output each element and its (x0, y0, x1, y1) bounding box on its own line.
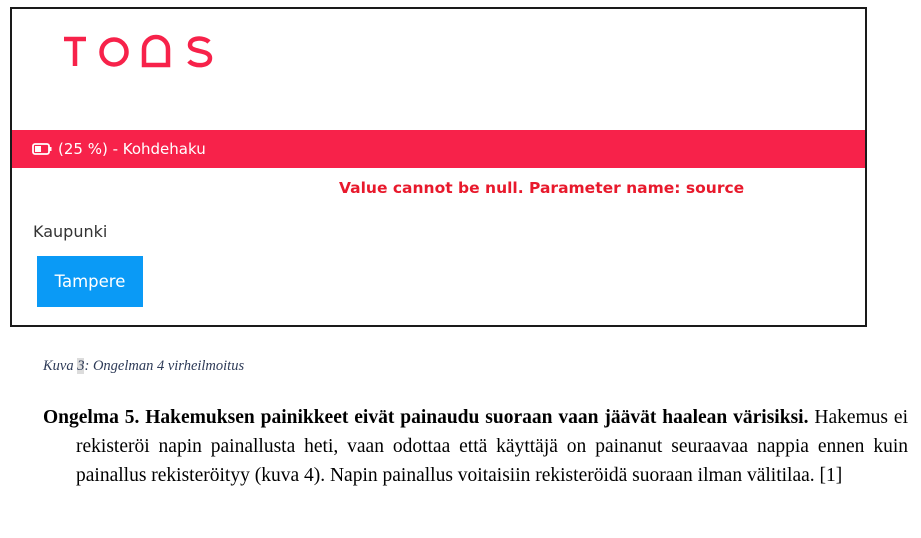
progress-banner: (25 %) - Kohdehaku (12, 130, 865, 168)
tampere-button[interactable]: Tampere (37, 256, 143, 307)
battery-icon (32, 143, 52, 155)
app-screenshot: (25 %) - Kohdehaku Value cannot be null.… (10, 7, 867, 327)
caption-suffix: : Ongelman 4 virheilmoitus (84, 358, 245, 374)
error-message: Value cannot be null. Parameter name: so… (339, 179, 745, 197)
problem-title: Ongelma 5. Hakemuksen painikkeet eivät p… (43, 407, 809, 428)
figure-caption: Kuva 3: Ongelman 4 virheilmoitus (43, 358, 244, 375)
toas-logo (62, 34, 222, 70)
caption-prefix: Kuva (43, 358, 78, 374)
problem-paragraph: Ongelma 5. Hakemuksen painikkeet eivät p… (43, 403, 908, 490)
progress-text: (25 %) - Kohdehaku (58, 140, 206, 158)
city-field-label: Kaupunki (33, 222, 108, 241)
